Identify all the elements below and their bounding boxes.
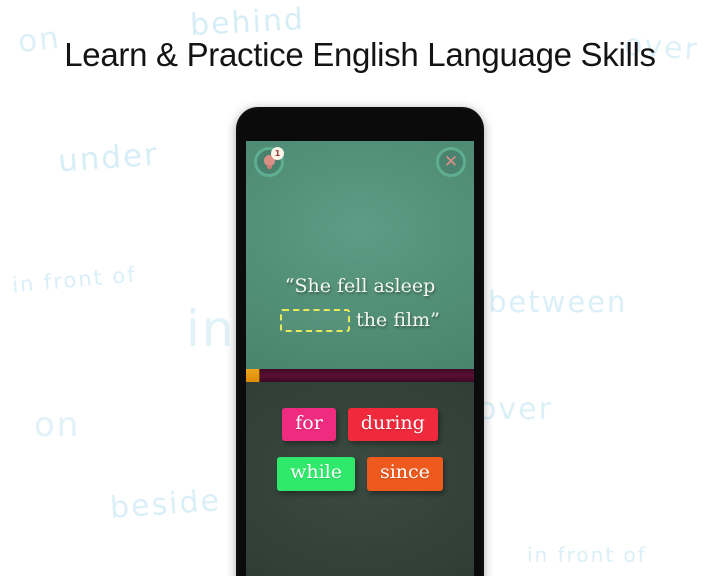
answer-option-since[interactable]: since	[366, 457, 443, 491]
background-word: between	[488, 285, 628, 319]
question-line-2-text: the film”	[356, 309, 440, 331]
page-title: Learn & Practice English Language Skills	[64, 36, 656, 73]
answers-panel: for during while since	[246, 382, 474, 576]
question-line-1: “She fell asleep	[284, 275, 436, 297]
question-sentence: “She fell asleep the film”	[246, 269, 474, 337]
close-button[interactable]: ✕	[436, 147, 466, 177]
background-word: on	[34, 405, 81, 445]
phone-screen: 1 ✕ “She fell asleep the film” for durin…	[246, 141, 474, 576]
background-word: in front of	[527, 543, 647, 567]
answer-row-2: while since	[246, 457, 474, 491]
phone-mockup: 1 ✕ “She fell asleep the film” for durin…	[236, 107, 484, 576]
hint-button[interactable]: 1	[254, 147, 284, 177]
progress-bar-track	[246, 369, 474, 382]
close-x-icon: ✕	[443, 151, 459, 172]
progress-bar-fill	[246, 369, 260, 382]
background-word: over	[478, 392, 553, 427]
hint-badge-count: 1	[271, 147, 284, 160]
question-line-2: the film”	[246, 303, 474, 337]
answer-row-1: for during	[246, 408, 474, 442]
background-word: in front of	[11, 262, 138, 298]
background-word: beside	[108, 483, 223, 526]
answer-option-during[interactable]: during	[347, 408, 438, 442]
background-word: in	[186, 300, 236, 358]
answer-blank-slot[interactable]	[280, 308, 351, 332]
answer-option-for[interactable]: for	[282, 408, 336, 442]
background-word: under	[56, 136, 160, 180]
answer-option-while[interactable]: while	[277, 457, 355, 491]
question-panel: 1 ✕ “She fell asleep the film”	[246, 141, 474, 369]
